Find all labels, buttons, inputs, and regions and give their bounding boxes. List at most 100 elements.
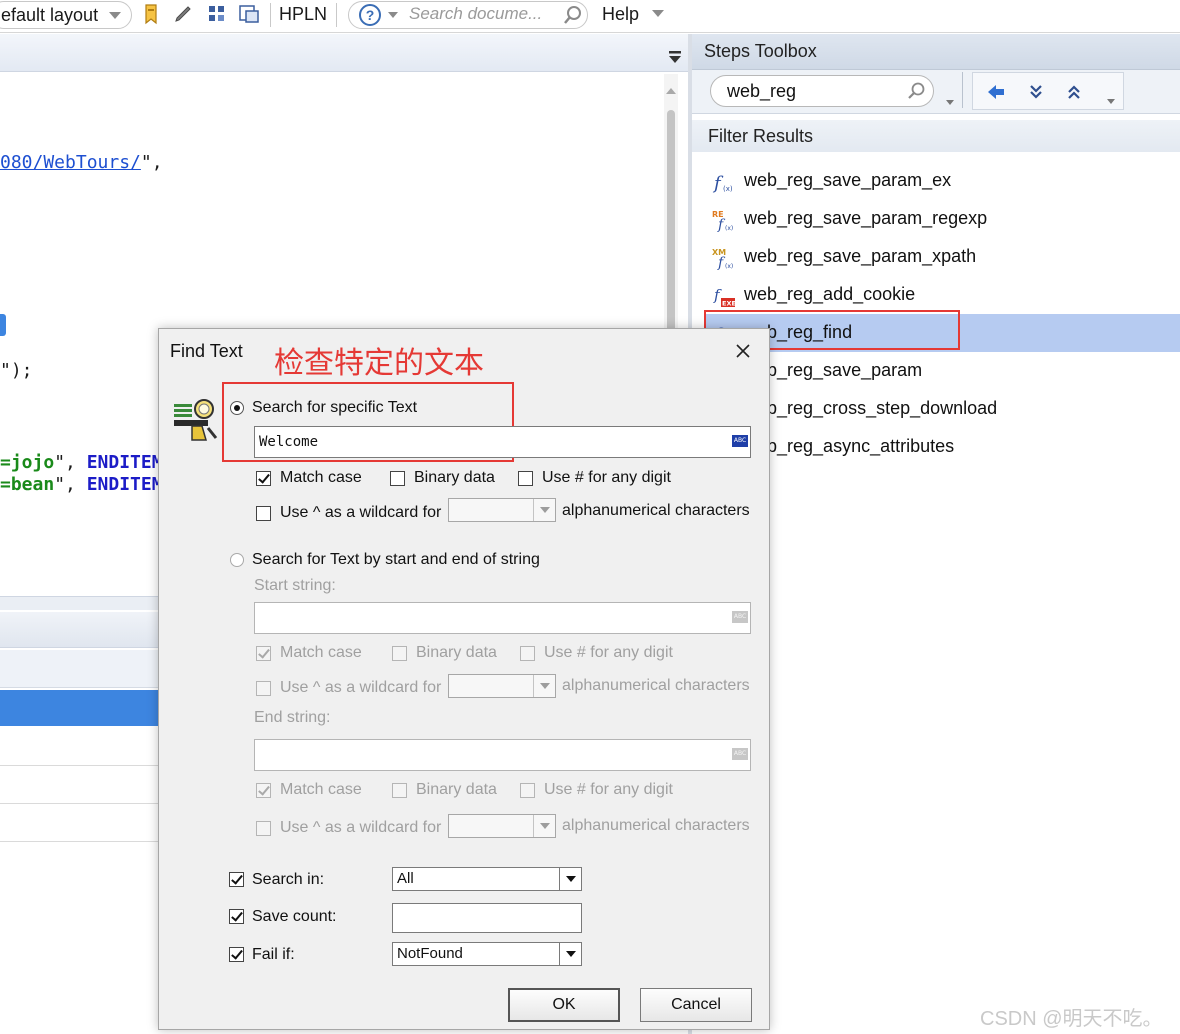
chevron-down-icon[interactable] <box>1107 99 1115 104</box>
checkbox-label: Match case <box>280 469 362 486</box>
back-arrow-icon[interactable] <box>985 81 1007 103</box>
abc-text-icon[interactable]: ABC <box>732 748 748 760</box>
layout-dropdown[interactable]: efault layout <box>0 1 132 29</box>
chevron-down-icon <box>388 12 398 18</box>
checkbox-use-hash[interactable] <box>518 471 533 486</box>
checkbox-search-in[interactable] <box>229 872 244 887</box>
checkbox-use-caret-start[interactable] <box>256 681 271 696</box>
checkbox-label: Use ^ as a wildcard for <box>280 504 442 521</box>
svg-text:EXE: EXE <box>722 300 736 308</box>
checkbox-label: Use # for any digit <box>544 644 673 661</box>
toolbox-search-input[interactable] <box>725 80 895 102</box>
regexp-function-icon: RE f (x) <box>712 210 733 232</box>
chevron-down-icon[interactable] <box>533 675 555 697</box>
svg-text:f: f <box>713 286 722 304</box>
checkbox-use-hash-end[interactable] <box>520 783 535 798</box>
lower-panel-header <box>0 612 160 648</box>
checkbox-match-case-start[interactable] <box>256 646 271 661</box>
chevron-down-icon[interactable] <box>533 815 555 837</box>
function-list-item[interactable]: XM f (x) web_reg_save_param_xpath <box>704 238 1180 276</box>
code-fold-marker[interactable] <box>0 314 6 336</box>
list-item[interactable] <box>0 804 160 842</box>
radio-search-specific-text[interactable] <box>230 401 244 415</box>
checkbox-label: Match case <box>280 644 362 661</box>
checkbox-binary-data-start[interactable] <box>392 646 407 661</box>
checkbox-binary-data[interactable] <box>390 471 405 486</box>
steps-toolbox-title: Steps Toolbox <box>704 41 817 61</box>
bookmark-icon[interactable] <box>140 3 162 25</box>
chevron-down-icon[interactable] <box>652 10 664 17</box>
checkbox-use-caret-end[interactable] <box>256 821 271 836</box>
toolbox-nav-buttons <box>972 72 1124 110</box>
list-item[interactable] <box>0 728 160 766</box>
collapse-all-icon[interactable] <box>1063 81 1085 103</box>
ok-button[interactable]: OK <box>508 988 620 1022</box>
chevron-down-icon[interactable] <box>559 868 581 890</box>
lower-panel-selected-row[interactable] <box>0 690 160 726</box>
specific-text-input[interactable] <box>257 431 717 453</box>
scroll-up-icon[interactable] <box>666 88 676 94</box>
toolbar-separator <box>962 72 963 108</box>
checkbox-fail-if[interactable] <box>229 947 244 962</box>
cancel-button[interactable]: Cancel <box>640 988 752 1022</box>
svg-text:(x): (x) <box>723 185 733 193</box>
help-menu[interactable]: Help <box>602 2 639 26</box>
function-list-item[interactable]: f web_reg_async_attributes <box>704 428 1180 466</box>
checkbox-use-caret[interactable] <box>256 506 271 521</box>
pen-icon[interactable] <box>172 3 194 25</box>
fail-if-select[interactable]: NotFound <box>392 942 582 966</box>
code-line: 080/WebTours/", <box>0 152 163 173</box>
abc-text-icon[interactable]: ABC <box>732 611 748 623</box>
checkbox-label: Binary data <box>416 644 497 661</box>
hpln-button[interactable]: HPLN <box>279 2 327 26</box>
search-documentation-box[interactable]: ? Search docume... <box>348 1 588 29</box>
search-in-select[interactable]: All <box>392 867 582 891</box>
search-in-label: Search in: <box>252 871 325 888</box>
svg-text:(x): (x) <box>725 225 733 232</box>
watermark-text: CSDN @明天不吃。 <box>980 1008 1163 1030</box>
chevron-down-icon[interactable] <box>533 499 555 521</box>
function-list-item[interactable]: f web_reg_cross_step_download <box>704 390 1180 428</box>
specific-text-field[interactable]: ABC <box>254 426 751 458</box>
checkbox-binary-data-end[interactable] <box>392 783 407 798</box>
code-line: "); <box>0 360 33 381</box>
code-url[interactable]: 080/WebTours/ <box>0 152 141 173</box>
function-list-item[interactable]: RE f (x) web_reg_save_param_regexp <box>704 200 1180 238</box>
list-item[interactable] <box>0 766 160 804</box>
wildcard-combo-start[interactable] <box>448 674 556 698</box>
chevron-down-icon[interactable] <box>946 100 954 105</box>
panel-menu-icon[interactable] <box>668 50 682 64</box>
toolbox-search-field[interactable] <box>710 75 934 107</box>
fail-if-label: Fail if: <box>252 946 295 963</box>
checkbox-label: Use ^ as a wildcard for <box>280 819 442 836</box>
close-icon[interactable] <box>730 338 756 364</box>
radio-search-start-end[interactable] <box>230 553 244 567</box>
wildcard-combo[interactable] <box>448 498 556 522</box>
save-count-field[interactable] <box>392 903 582 933</box>
grid-icon[interactable] <box>206 3 228 25</box>
checkbox-label: Use ^ as a wildcard for <box>280 679 442 696</box>
chevron-down-icon[interactable] <box>559 943 581 965</box>
expand-all-icon[interactable] <box>1025 81 1047 103</box>
search-icon[interactable] <box>907 81 927 101</box>
checkbox-match-case[interactable] <box>256 471 271 486</box>
editor-header <box>0 34 688 72</box>
search-icon[interactable] <box>562 4 584 26</box>
function-list-item[interactable]: f (x) web_reg_save_param_ex <box>704 162 1180 200</box>
alnum-label: alphanumerical characters <box>562 817 750 834</box>
checkbox-match-case-end[interactable] <box>256 783 271 798</box>
window-icon[interactable] <box>238 3 260 25</box>
function-list-item[interactable]: f web_reg_save_param <box>704 352 1180 390</box>
alnum-label: alphanumerical characters <box>562 502 750 519</box>
checkbox-use-hash-start[interactable] <box>520 646 535 661</box>
abc-text-icon[interactable]: ABC <box>732 435 748 447</box>
start-string-field[interactable]: ABC <box>254 602 751 634</box>
end-string-field[interactable]: ABC <box>254 739 751 771</box>
function-list-item[interactable]: f EXE web_reg_add_cookie <box>704 276 1180 314</box>
lower-panel-splitter[interactable] <box>0 596 160 610</box>
checkbox-save-count[interactable] <box>229 909 244 924</box>
filter-results-title: Filter Results <box>708 126 814 146</box>
wildcard-combo-end[interactable] <box>448 814 556 838</box>
find-text-icon <box>174 399 218 441</box>
annotation-text: 检查特定的文本 <box>274 347 484 380</box>
